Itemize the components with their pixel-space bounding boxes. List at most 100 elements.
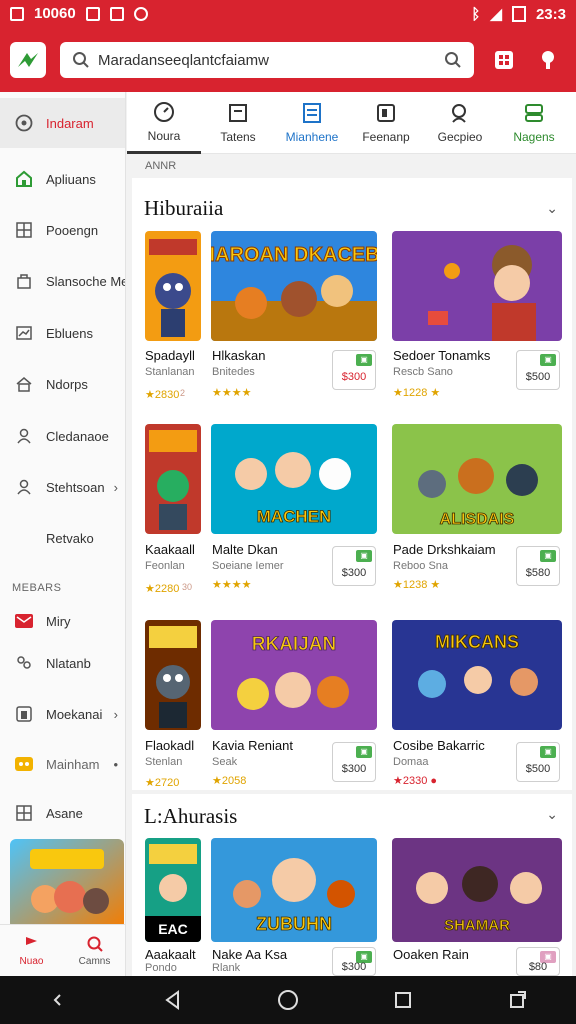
sidebar-item2-3[interactable]: Mainham • xyxy=(0,739,125,789)
sidebar-promo-banner[interactable] xyxy=(10,839,124,929)
tab-0[interactable]: Noura xyxy=(127,92,201,154)
sidebar-item-8[interactable]: Retvako xyxy=(0,513,125,563)
tab-label: Feenanp xyxy=(362,130,410,144)
app-thumbnail[interactable] xyxy=(145,620,201,730)
thumbnail-title: SHAMAR xyxy=(444,917,510,934)
app-name: Nake Aa Ksa xyxy=(212,947,288,962)
app-thumbnail[interactable]: MACHEN xyxy=(211,424,377,534)
tab-label: Gecpieo xyxy=(437,130,483,144)
price-button[interactable]: ▣ $300 xyxy=(332,947,376,976)
app-thumbnail[interactable] xyxy=(392,231,562,341)
app-rating: ★1228 ★ xyxy=(393,387,441,399)
app-subtitle: Bnitedes xyxy=(212,366,255,378)
search-input[interactable]: Maradanseeqlantcfaiamw xyxy=(98,52,444,69)
tab-label: Tatens xyxy=(220,130,256,144)
section-title: L:Ahurasis xyxy=(144,804,238,828)
tab-label: Nagens xyxy=(513,130,555,144)
app-thumbnail[interactable]: KIAROAN DKACEBE xyxy=(211,231,377,341)
search-icon xyxy=(73,52,89,68)
price-button[interactable]: ▣ $80 xyxy=(516,947,560,976)
apps-grid-icon[interactable] xyxy=(492,48,516,72)
chevron-down-icon[interactable]: ⌄ xyxy=(546,200,558,217)
chevron-right-icon: › xyxy=(113,479,118,495)
app-thumbnail[interactable] xyxy=(145,231,201,341)
app-thumbnail[interactable]: MIKCANS xyxy=(392,620,562,730)
price-button[interactable]: ▣ $580 xyxy=(516,546,560,586)
search-icon xyxy=(87,936,103,952)
sidebar-item2-4[interactable]: Asane xyxy=(0,788,125,838)
home-button-icon[interactable] xyxy=(270,982,306,1018)
sidebar-item-7[interactable]: Stehtsoan › xyxy=(0,462,125,512)
compass-icon xyxy=(14,113,34,133)
chevron-down-icon[interactable]: ⌄ xyxy=(546,806,558,823)
people-icon xyxy=(14,653,34,673)
account-icon[interactable] xyxy=(536,48,560,72)
install-badge-icon: ▣ xyxy=(540,550,556,562)
sidebar-item-label: Moekanai xyxy=(46,706,103,722)
price-button[interactable]: ▣ $300 xyxy=(332,742,376,782)
sidebar-item-4[interactable]: Ebluens xyxy=(0,308,125,358)
app-rating: ★2058 xyxy=(212,775,247,787)
price-label: $580 xyxy=(525,567,551,579)
sidebar-item2-1[interactable]: Nlatanb xyxy=(0,638,125,688)
controller-icon xyxy=(14,754,34,774)
more-dot-icon: • xyxy=(113,756,118,772)
price-button[interactable]: ▣ $300 xyxy=(332,546,376,586)
app-thumbnail[interactable]: ALISDAIS xyxy=(392,424,562,534)
app-thumbnail[interactable]: EAC xyxy=(145,838,201,942)
app-name: Kavia Reniant xyxy=(212,738,293,753)
price-button[interactable]: ▣ $500 xyxy=(516,742,560,782)
recents-icon[interactable] xyxy=(385,982,421,1018)
sidebar-item-1[interactable]: Apliuans xyxy=(0,154,125,204)
blank-icon xyxy=(14,528,34,548)
app-thumbnail[interactable]: ZUBUHN xyxy=(211,838,377,942)
sidebar-item-label: Ndorps xyxy=(46,376,88,392)
sidebar-item2-2[interactable]: Moekanai › xyxy=(0,689,125,739)
app-thumbnail[interactable]: RKAIJAN xyxy=(211,620,377,730)
sidebar-item-6[interactable]: Cledanaoe xyxy=(0,411,125,461)
price-button[interactable]: ▣ $500 xyxy=(516,350,560,390)
app-rating: ★2330 ● xyxy=(393,775,438,787)
sidebar-item-5[interactable]: Ndorps xyxy=(0,359,125,409)
rotate-icon[interactable] xyxy=(500,982,536,1018)
list-icon xyxy=(303,103,321,123)
price-button[interactable]: ▣ $300 xyxy=(332,350,376,390)
app-subtitle: Soeiane Iemer xyxy=(212,560,284,572)
bottom-tab-1[interactable]: Camns xyxy=(63,925,125,976)
bottom-tab-0[interactable]: Nuao xyxy=(0,925,63,976)
search-bar[interactable]: Maradanseeqlantcfaiamw xyxy=(60,42,474,78)
tab-1[interactable]: Tatens xyxy=(201,92,275,154)
price-label: $300 xyxy=(341,763,367,775)
bluetooth-icon: ᛒ xyxy=(471,5,481,23)
tab-5[interactable]: Nagens xyxy=(497,92,571,154)
sidebar-item-label: Retvako xyxy=(46,530,94,546)
chevron-left-icon[interactable] xyxy=(40,982,76,1018)
app-name: Pade Drkshkaiam xyxy=(393,542,496,557)
sidebar-item-0[interactable]: Indaram xyxy=(0,98,125,148)
gallery-icon xyxy=(109,6,124,21)
app-thumbnail[interactable] xyxy=(145,424,201,534)
app-subtitle: Pondo xyxy=(145,962,177,974)
sidebar-item-label: Apliuans xyxy=(46,171,96,187)
sidebar-item-3[interactable]: Slansoche Me xyxy=(0,256,125,306)
thumbnail-title: RKAIJAN xyxy=(252,634,336,655)
mail-icon xyxy=(14,611,34,631)
sync-icon xyxy=(133,6,148,21)
app-name: Kaakaall xyxy=(145,542,195,557)
tab-2[interactable]: Mianhene xyxy=(275,92,349,154)
app-tag: 2 xyxy=(180,388,186,398)
box-icon xyxy=(14,704,34,724)
bottom-tab-label: Camns xyxy=(78,955,111,967)
tab-3[interactable]: Feenanp xyxy=(349,92,423,154)
back-icon[interactable] xyxy=(155,982,191,1018)
clock-icon xyxy=(154,101,174,122)
search-submit-icon[interactable] xyxy=(444,51,462,69)
thumbnail-title: ALISDAIS xyxy=(440,511,515,528)
signal-icon: ◢ xyxy=(490,6,502,23)
sidebar-item-2[interactable]: Pooengn xyxy=(0,205,125,255)
thumbnail-title: EAC xyxy=(158,921,188,937)
app-name: Ooaken Rain xyxy=(393,947,469,962)
app-thumbnail[interactable]: SHAMAR xyxy=(392,838,562,942)
tab-4[interactable]: Gecpieo xyxy=(423,92,497,154)
app-logo[interactable] xyxy=(10,42,46,78)
